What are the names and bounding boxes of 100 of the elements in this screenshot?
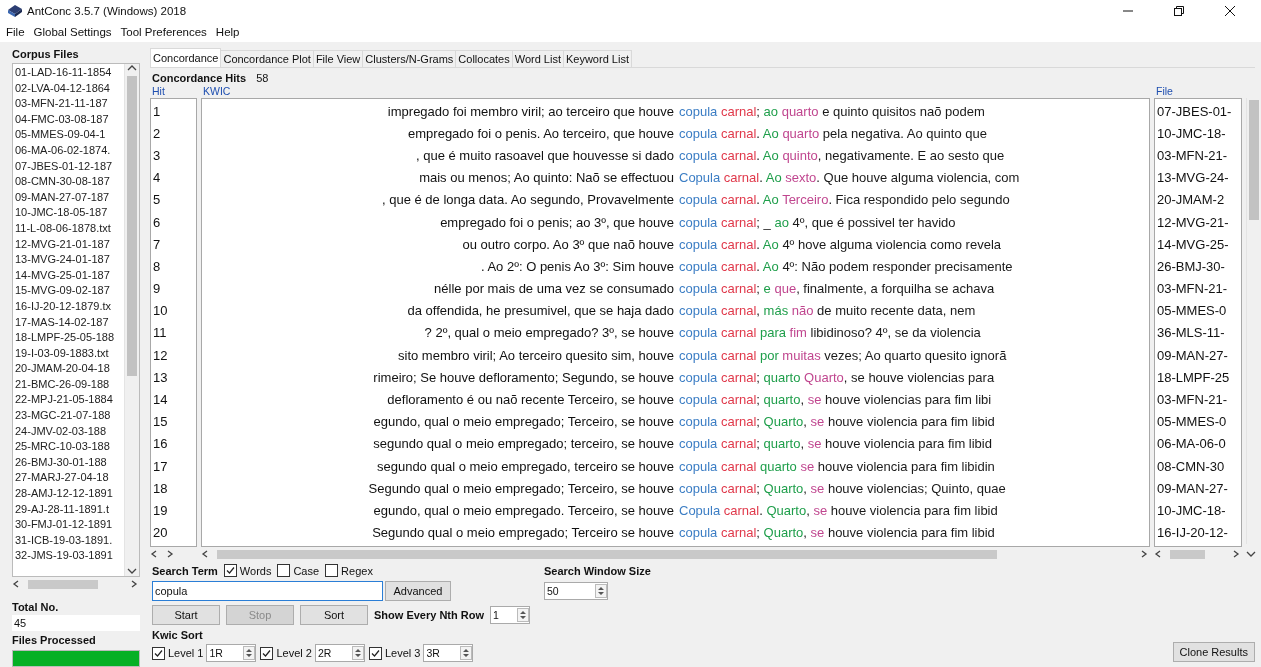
- file-name: 03-MFN-21-: [1157, 392, 1228, 408]
- corpus-file-item[interactable]: 12-MVG-21-01-187: [15, 236, 124, 253]
- corpus-file-item[interactable]: 32-JMS-19-03-1891: [15, 548, 124, 564]
- kwic-left-context: defloramento é ou naõ recente Terceiro, se houve: [386, 392, 674, 408]
- column-header[interactable]: File: [1154, 85, 1242, 98]
- corpus-file-item[interactable]: 13-MVG-24-01-187: [15, 252, 124, 268]
- advanced-button[interactable]: Advanced: [385, 581, 451, 601]
- kwic-left-context: , que é muito rasoavel que houvesse si dado: [415, 147, 674, 163]
- checkbox-label: Case: [293, 564, 320, 577]
- file-name: 10-JMC-18-: [1157, 502, 1226, 518]
- corpus-file-item[interactable]: 10-JMC-18-05-187: [15, 205, 124, 221]
- corpus-file-item[interactable]: 26-BMJ-30-01-188: [15, 454, 124, 471]
- corpus-file-item[interactable]: 03-MFN-21-11-187: [15, 96, 124, 112]
- corpus-file-item[interactable]: 28-AMJ-12-12-1891: [15, 486, 124, 502]
- hit-number: 7: [153, 236, 161, 252]
- corpus-file-item[interactable]: 17-MAS-14-02-187: [15, 314, 124, 331]
- kwic-left-context: nélle por mais de uma vez se consumado: [433, 281, 674, 297]
- corpus-file-item[interactable]: 09-MAN-27-07-187: [15, 189, 124, 206]
- clone-results-button[interactable]: Clone Results: [1172, 642, 1255, 662]
- tab[interactable]: Keyword List: [562, 50, 632, 67]
- checkbox-label: Level 3: [384, 647, 421, 659]
- corpus-file-item[interactable]: 20-JMAM-20-04-18: [15, 361, 124, 377]
- file-name: 12-MVG-21-: [1157, 214, 1229, 230]
- kwic-right-context: copula carnal. Ao 4º hove alguma violencia como revela: [679, 236, 1002, 252]
- kwic-right-context: copula carnal, más não de muito recente data, nem: [679, 303, 976, 319]
- kwic-left-context: segundo qual o meio empregado; terceiro, se houve: [372, 436, 674, 452]
- action-button[interactable]: Sort: [300, 605, 368, 625]
- checkbox[interactable]: [277, 564, 291, 577]
- menu-item[interactable]: File: [6, 26, 25, 38]
- hit-number: 11: [153, 325, 167, 341]
- column-header[interactable]: Hit: [150, 85, 197, 98]
- scroll-down-icon[interactable]: [1246, 549, 1256, 559]
- corpus-file-item[interactable]: 11-L-08-06-1878.txt: [15, 220, 124, 237]
- hit-number: 5: [153, 192, 161, 208]
- kwic-left-context: egundo, qual o meio empregado. Terceiro, se houve: [372, 502, 674, 518]
- kwic-right-context: copula carnal quarto se houve violencia para fim libidin: [679, 458, 995, 474]
- corpus-file-item[interactable]: 25-MRC-10-03-188: [15, 439, 124, 455]
- corpus-file-item[interactable]: 22-MPJ-21-05-1884: [15, 392, 124, 409]
- corpus-file-item[interactable]: 14-MVG-25-01-187: [15, 267, 124, 284]
- sort-level-spinner[interactable]: 3R: [423, 644, 474, 662]
- corpus-file-item[interactable]: 31-ICB-19-03-1891.: [15, 532, 124, 549]
- kwic-left-context: mais ou menos; Ao quinto: Naõ se effectuou: [418, 170, 674, 186]
- corpus-file-item[interactable]: 23-MGC-21-07-188: [15, 408, 124, 424]
- scrollbar[interactable]: [124, 64, 139, 576]
- files-processed-label: Files Processed: [12, 634, 97, 646]
- nth-row-label: Show Every Nth Row: [374, 609, 485, 621]
- kwic-right-context: Copula carnal. Ao sexto. Que houve alguma violencia, com: [679, 170, 1020, 186]
- file-name: 36-MLS-11-: [1157, 325, 1225, 341]
- hit-number: 15: [153, 414, 168, 430]
- corpus-file-item[interactable]: 24-JMV-02-03-188: [15, 423, 124, 440]
- file-name: 09-MAN-27-: [1157, 347, 1228, 363]
- corpus-file-item[interactable]: 19-I-03-09-1883.txt: [15, 345, 124, 362]
- kwic-sort-label: Kwic Sort: [152, 629, 204, 641]
- kwic-right-context: copula carnal; Quarto, se houve violencias; Quinto, quae: [679, 480, 1006, 496]
- total-label: Total No.: [12, 601, 60, 613]
- corpus-file-item[interactable]: 21-BMC-26-09-188: [15, 376, 124, 393]
- hit-number: 3: [153, 147, 161, 163]
- scroll-down-icon[interactable]: [127, 566, 137, 576]
- corpus-file-item[interactable]: 16-IJ-20-12-1879.tx: [15, 298, 124, 315]
- hit-number: 6: [153, 214, 161, 230]
- corpus-file-item[interactable]: 15-MVG-09-02-187: [15, 283, 124, 299]
- scrollbar[interactable]: [1246, 98, 1261, 544]
- kwic-left-context: segundo qual o meio empregado, terceiro se houve: [375, 458, 674, 474]
- tab[interactable]: Concordance: [150, 48, 222, 67]
- action-button[interactable]: Start: [152, 605, 220, 625]
- checkbox[interactable]: [260, 646, 274, 660]
- corpus-file-item[interactable]: 29-AJ-28-11-1891.t: [15, 501, 124, 518]
- corpus-file-item[interactable]: 07-JBES-01-12-187: [15, 158, 124, 175]
- menu-item[interactable]: Global Settings: [33, 26, 112, 38]
- corpus-file-item[interactable]: 27-MARJ-27-04-18: [15, 470, 124, 487]
- corpus-file-item[interactable]: 01-LAD-16-11-1854: [15, 65, 124, 81]
- file-name: 09-MAN-27-: [1157, 480, 1228, 496]
- checkbox[interactable]: [223, 564, 237, 577]
- corpus-file-item[interactable]: 05-MMES-09-04-1: [15, 127, 124, 143]
- corpus-file-item[interactable]: 08-CMN-30-08-187: [15, 174, 124, 190]
- menu-item[interactable]: Tool Preferences: [120, 26, 207, 38]
- restore-icon: [1174, 6, 1184, 16]
- checkbox-label: Level 1: [168, 647, 204, 659]
- kwic-left-context: rimeiro; Se houve defloramento; Segundo, se houve: [372, 369, 674, 385]
- menu-item[interactable]: Help: [215, 26, 240, 38]
- search-term-field[interactable]: copula: [152, 581, 383, 601]
- hit-number: 18: [153, 480, 168, 496]
- corpus-file-item[interactable]: 04-FMC-03-08-187: [15, 111, 124, 128]
- checkbox[interactable]: [368, 646, 382, 660]
- sort-level-spinner[interactable]: 1R: [206, 644, 257, 662]
- hit-number: 17: [153, 458, 168, 474]
- hit-number: 10: [153, 303, 168, 319]
- file-name: 20-JMAM-2: [1157, 192, 1225, 208]
- corpus-file-item[interactable]: 06-MA-06-02-1874.: [15, 142, 124, 159]
- column-header[interactable]: KWIC: [201, 85, 1150, 98]
- checkbox[interactable]: [152, 646, 165, 660]
- checkbox-label: Words: [239, 564, 272, 577]
- corpus-file-item[interactable]: 02-LVA-04-12-1864: [15, 80, 124, 97]
- nth-row-spinner[interactable]: 1: [490, 606, 531, 624]
- file-name: 08-CMN-30: [1157, 458, 1225, 474]
- checkbox[interactable]: [325, 564, 339, 577]
- window-size-spinner[interactable]: 50: [544, 582, 608, 600]
- sort-level-spinner[interactable]: 2R: [314, 644, 365, 662]
- corpus-file-item[interactable]: 18-LMPF-25-05-188: [15, 330, 124, 346]
- corpus-file-item[interactable]: 30-FMJ-01-12-1891: [15, 517, 124, 533]
